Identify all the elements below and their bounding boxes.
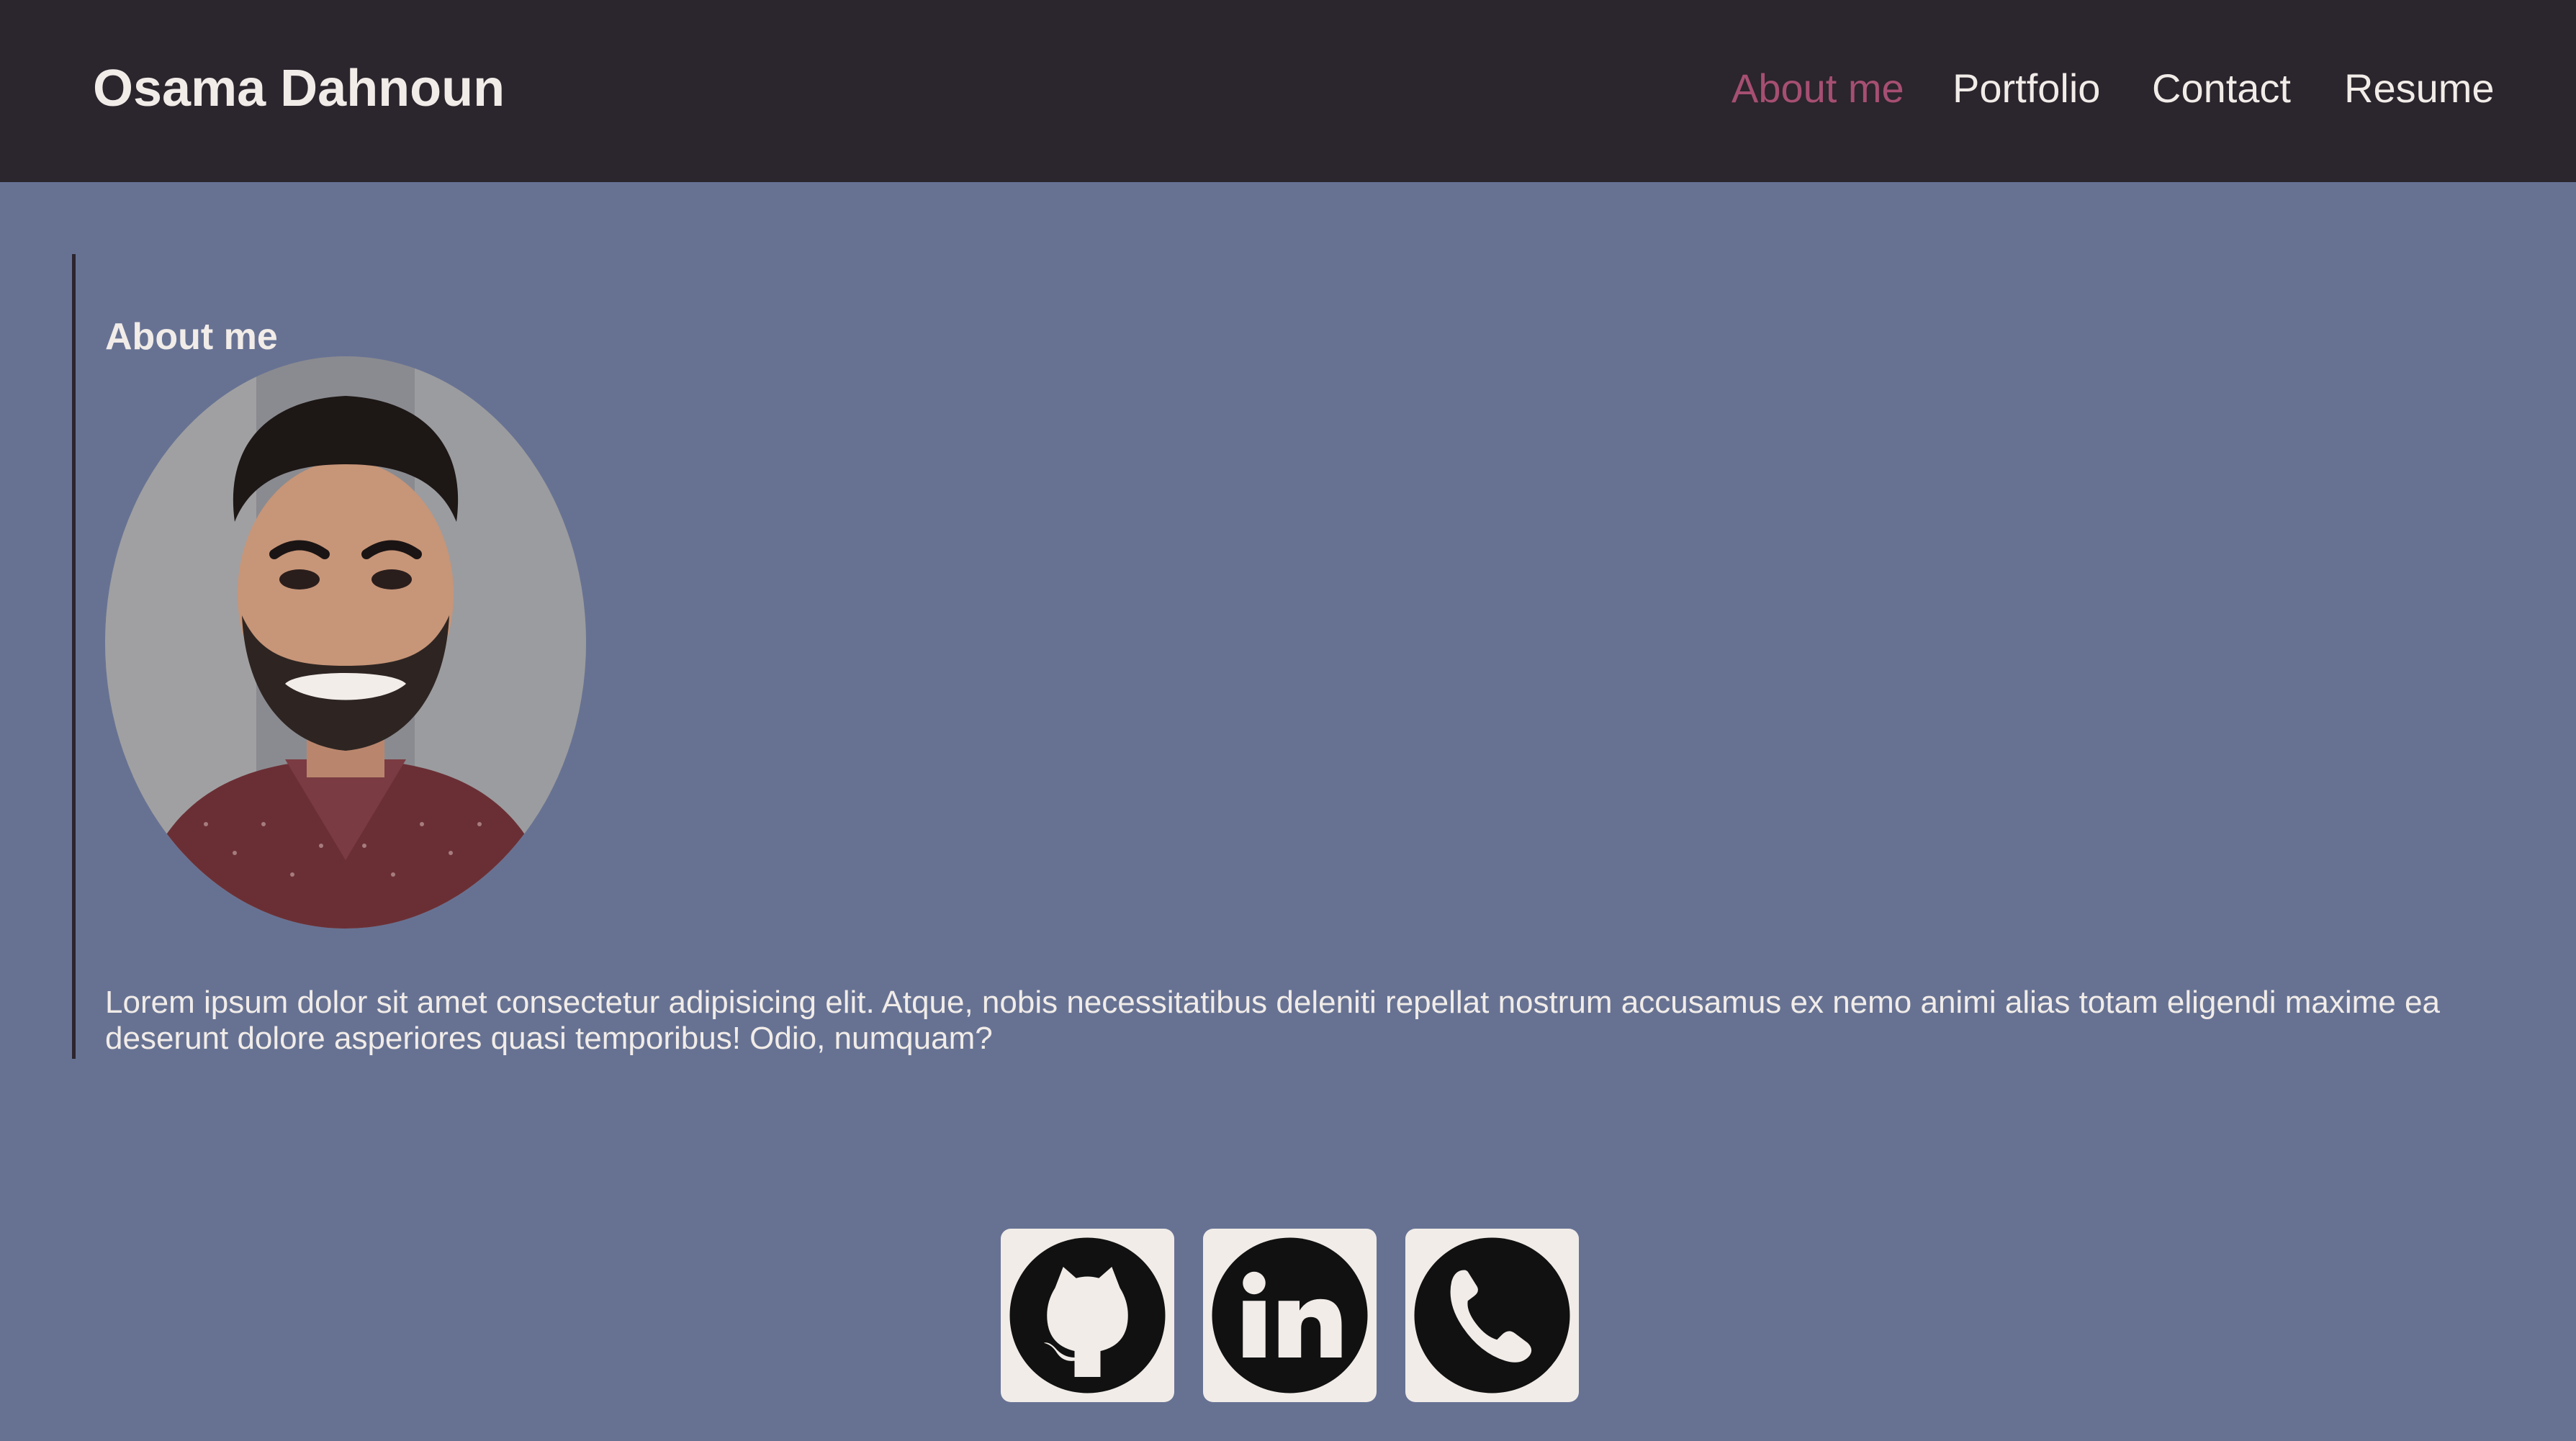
nav-about-me[interactable]: About me — [1731, 60, 1904, 117]
nav-portfolio[interactable]: Portfolio — [1953, 60, 2100, 117]
about-text: Lorem ipsum dolor sit amet consectetur a… — [105, 985, 2440, 1056]
phone-icon — [1414, 1237, 1570, 1393]
site-brand[interactable]: Osama Dahnoun — [93, 56, 505, 121]
phone-link[interactable] — [1405, 1229, 1579, 1402]
github-link[interactable] — [1001, 1229, 1174, 1402]
linkedin-icon — [1212, 1237, 1368, 1393]
site-header: Osama Dahnoun About me Portfolio Contact… — [0, 0, 2576, 182]
profile-photo-illustration — [105, 356, 586, 929]
github-icon — [1009, 1237, 1166, 1393]
nav-resume[interactable]: Resume — [2344, 60, 2495, 117]
about-section: About me Lorem ipsum dolor sit amet cons… — [72, 254, 2505, 1059]
linkedin-link[interactable] — [1203, 1229, 1377, 1402]
about-title: About me — [105, 316, 278, 358]
nav-contact[interactable]: Contact — [2152, 60, 2291, 117]
profile-photo — [105, 356, 586, 929]
